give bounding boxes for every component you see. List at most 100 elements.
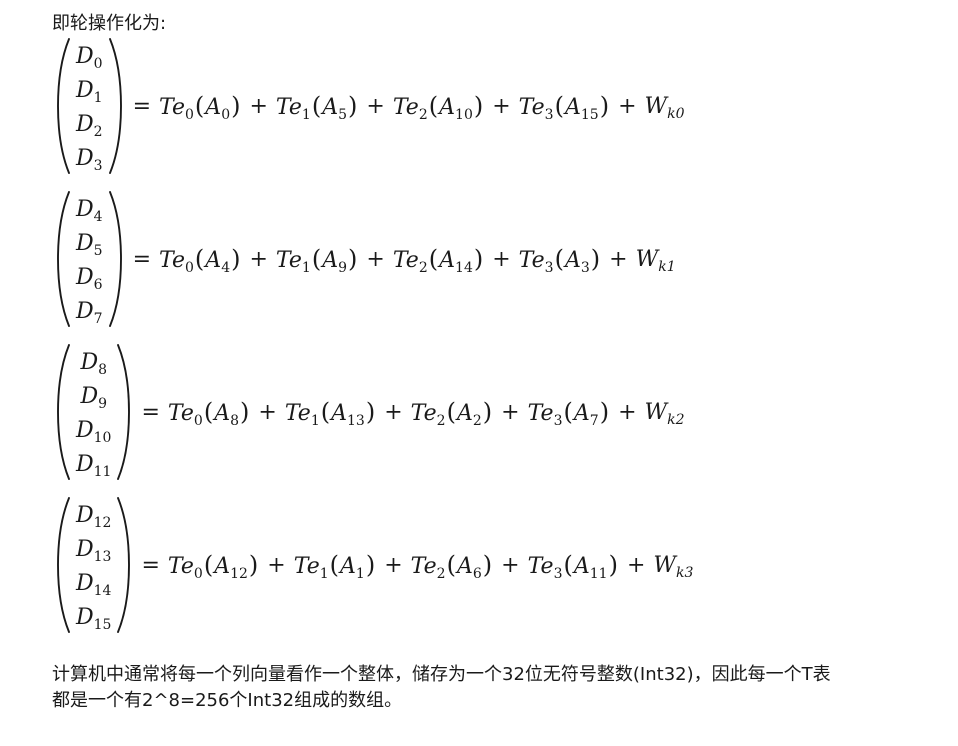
te-term: Te2(A10) bbox=[392, 92, 484, 123]
vector-d: D8 D9 D10 D11 bbox=[56, 342, 131, 482]
vector-column: D12 D13 D14 D15 bbox=[72, 495, 115, 635]
footer-paragraph: 计算机中通常将每一个列向量看作一个整体，储存为一个32位无符号整数(Int32)… bbox=[52, 662, 932, 714]
paren-close: ) bbox=[482, 398, 493, 426]
paren-close: ) bbox=[365, 551, 376, 579]
d-symbol: D12 bbox=[76, 503, 112, 531]
te-term: Te2(A14) bbox=[392, 245, 484, 276]
te-symbol: Te0 bbox=[159, 248, 194, 276]
d-symbol: D8 bbox=[80, 350, 108, 378]
d-symbol: D10 bbox=[76, 418, 112, 446]
plus-sign: + bbox=[249, 93, 268, 119]
vector-entry: D1 bbox=[76, 74, 103, 108]
w-symbol: Wk2 bbox=[644, 399, 685, 428]
d-symbol: D9 bbox=[80, 384, 108, 412]
plus-sign: + bbox=[249, 246, 268, 272]
te-term: Te0(A8) bbox=[168, 398, 250, 428]
paren-close: ) bbox=[473, 92, 484, 120]
w-symbol: Wk1 bbox=[635, 246, 676, 275]
intro-text: 即轮操作化为: bbox=[52, 13, 167, 34]
te-symbol: Te2 bbox=[410, 401, 446, 429]
te-term: Te3(A3) bbox=[518, 245, 601, 276]
a-symbol: A15 bbox=[564, 95, 599, 123]
paren-close: ) bbox=[599, 92, 610, 120]
a-symbol: A7 bbox=[573, 401, 599, 429]
equation-row: D8 D9 D10 D11 = Te0(A8) + Te1(A13) + Te2(A2) + Te3(… bbox=[56, 342, 693, 482]
equals-sign: = bbox=[141, 552, 160, 578]
d-symbol: D3 bbox=[76, 146, 103, 174]
vector-d: D4 D5 D6 D7 bbox=[56, 189, 123, 329]
paren-close: ) bbox=[248, 551, 259, 579]
paren-close: ) bbox=[348, 245, 358, 273]
vector-entry: D7 bbox=[76, 295, 103, 329]
plus-sign: + bbox=[366, 93, 385, 119]
w-symbol: Wk0 bbox=[644, 93, 685, 122]
te-symbol: Te1 bbox=[284, 401, 320, 429]
plus-sign: + bbox=[501, 552, 520, 578]
equation-row: D12 D13 D14 D15 = Te0(A12) + Te1(A1) + Te2(A6) + Te… bbox=[56, 495, 693, 635]
te-symbol: Te0 bbox=[159, 95, 194, 123]
paren-open: ( bbox=[554, 245, 564, 273]
equation-row: D0 D1 D2 D3 = Te0(A0) + Te1(A5) + Te2(A10) + Te3(A1… bbox=[56, 36, 693, 176]
d-symbol: D15 bbox=[76, 605, 112, 633]
paren-open: ( bbox=[194, 245, 205, 273]
te-symbol: Te2 bbox=[392, 248, 428, 276]
paren-open: ( bbox=[563, 551, 573, 579]
d-symbol: D13 bbox=[76, 537, 112, 565]
vector-entry: D3 bbox=[76, 142, 103, 176]
paren-close: ) bbox=[348, 92, 358, 120]
te-term: Te2(A6) bbox=[410, 551, 493, 582]
plus-sign: + bbox=[267, 552, 286, 578]
paren-close: ) bbox=[590, 245, 601, 273]
paren-open: ( bbox=[329, 551, 340, 579]
left-paren bbox=[57, 344, 70, 480]
te-symbol: Te2 bbox=[410, 554, 446, 582]
a-symbol: A14 bbox=[439, 248, 473, 276]
w-symbol: Wk3 bbox=[653, 552, 694, 581]
equals-sign: = bbox=[132, 93, 151, 119]
paren-close: ) bbox=[231, 245, 241, 273]
vector-entry: D12 bbox=[76, 499, 111, 533]
paren-close: ) bbox=[231, 92, 241, 120]
paren-open: ( bbox=[311, 92, 322, 120]
equals-sign: = bbox=[141, 399, 160, 425]
d-symbol: D14 bbox=[76, 571, 112, 599]
plus-sign: + bbox=[501, 399, 520, 425]
vector-entry: D9 bbox=[76, 380, 111, 414]
paren-close: ) bbox=[482, 551, 493, 579]
plus-sign: + bbox=[366, 246, 385, 272]
left-paren bbox=[57, 191, 70, 327]
plus-sign: + bbox=[492, 93, 511, 119]
te-symbol: Te0 bbox=[167, 554, 203, 582]
paren-close: ) bbox=[240, 398, 250, 426]
equation-rhs: = Te0(A12) + Te1(A1) + Te2(A6) + Te3(A11) + Wk3 bbox=[141, 551, 694, 582]
te-symbol: Te3 bbox=[527, 401, 563, 429]
left-paren bbox=[57, 497, 70, 633]
te-symbol: Te1 bbox=[293, 554, 329, 582]
plus-sign: + bbox=[384, 552, 403, 578]
vector-entry: D2 bbox=[76, 108, 103, 142]
te-symbol: Te3 bbox=[518, 248, 554, 276]
plus-sign: + bbox=[626, 552, 646, 578]
te-symbol: Te2 bbox=[392, 95, 428, 123]
te-symbol: Te3 bbox=[527, 554, 563, 582]
a-symbol: A5 bbox=[322, 95, 348, 123]
paren-open: ( bbox=[563, 398, 573, 426]
plus-sign: + bbox=[609, 246, 628, 272]
right-paren bbox=[108, 191, 122, 327]
a-symbol: A13 bbox=[331, 401, 365, 429]
a-symbol: A6 bbox=[456, 554, 482, 582]
vector-d: D12 D13 D14 D15 bbox=[56, 495, 131, 635]
plus-sign: + bbox=[618, 93, 637, 119]
a-symbol: A10 bbox=[439, 95, 473, 123]
paren-open: ( bbox=[320, 398, 331, 426]
equation-rhs: = Te0(A4) + Te1(A9) + Te2(A14) + Te3(A3) + Wk1 bbox=[133, 245, 676, 276]
plus-sign: + bbox=[384, 399, 403, 425]
vector-entry: D0 bbox=[76, 40, 103, 74]
right-paren bbox=[117, 497, 131, 633]
equation-list: D0 D1 D2 D3 = Te0(A0) + Te1(A5) + Te2(A10) + Te3(A1… bbox=[56, 36, 693, 648]
right-paren bbox=[117, 344, 131, 480]
d-symbol: D5 bbox=[76, 231, 103, 259]
a-symbol: A0 bbox=[205, 95, 231, 123]
a-symbol: A9 bbox=[322, 248, 348, 276]
a-symbol: A11 bbox=[573, 554, 608, 582]
